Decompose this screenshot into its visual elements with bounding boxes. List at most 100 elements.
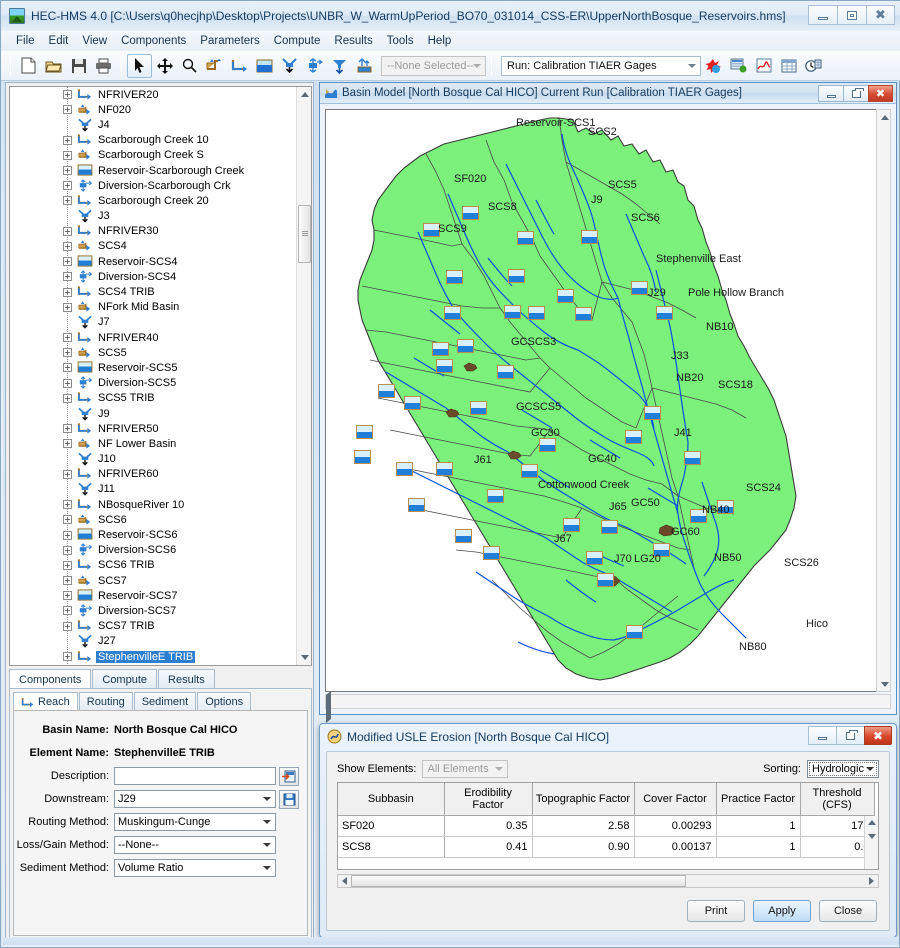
- expand-plus-icon[interactable]: +: [63, 652, 72, 662]
- apply-button[interactable]: Apply: [753, 900, 811, 922]
- usle-restore-button[interactable]: [836, 726, 864, 745]
- tree-item-nbosqueriver-10[interactable]: + NBosqueRiver 10: [10, 497, 297, 512]
- loss-gain-method-combo[interactable]: --None--: [114, 836, 276, 854]
- tree-item-j7[interactable]: +J7: [10, 315, 297, 330]
- tree-item-scs5-trib[interactable]: + SCS5 TRIB: [10, 391, 297, 406]
- tree-item-diversion-scs4[interactable]: + Diversion-SCS4: [10, 269, 297, 284]
- description-input[interactable]: [114, 767, 276, 785]
- tree-item-j27[interactable]: +J27: [10, 634, 297, 649]
- tree-item-nfork-mid-basin[interactable]: + NFork Mid Basin: [10, 300, 297, 315]
- tree-vertical-scrollbar[interactable]: [296, 87, 311, 665]
- tree-item-diversion-scs7[interactable]: + Diversion-SCS7: [10, 603, 297, 618]
- tree-item-stephenvillee-trib[interactable]: + StephenvilleE TRIB: [10, 649, 297, 664]
- menu-compute[interactable]: Compute: [267, 33, 328, 49]
- run-selector-combo[interactable]: Run: Calibration TIAER Gages: [501, 55, 701, 76]
- tab-compute[interactable]: Compute: [92, 669, 158, 689]
- diversion-button[interactable]: [302, 54, 327, 78]
- tree-item-diversion-scs6[interactable]: + Diversion-SCS6: [10, 543, 297, 558]
- downstream-combo[interactable]: J29: [114, 790, 276, 808]
- new-file-button[interactable]: [16, 54, 41, 78]
- expand-plus-icon[interactable]: +: [63, 515, 72, 525]
- tree-item-nfriver40[interactable]: + NFRIVER40: [10, 330, 297, 345]
- tree-item-j9[interactable]: +J9: [10, 406, 297, 421]
- tab-options[interactable]: Options: [197, 692, 252, 711]
- table-row[interactable]: SF020 0.35 2.58 0.00293 1 176: [338, 815, 875, 837]
- usle-table-vertical-scrollbar[interactable]: [864, 816, 878, 869]
- usle-minimize-button[interactable]: [808, 726, 836, 745]
- menu-help[interactable]: Help: [421, 33, 459, 49]
- expand-plus-icon[interactable]: +: [63, 530, 72, 540]
- tree-item-scarborough-creek-20[interactable]: + Scarborough Creek 20: [10, 193, 297, 208]
- expand-plus-icon[interactable]: +: [63, 363, 72, 373]
- expand-plus-icon[interactable]: +: [63, 287, 72, 297]
- menu-parameters[interactable]: Parameters: [193, 33, 266, 49]
- tree-item-scs6-trib[interactable]: + SCS6 TRIB: [10, 558, 297, 573]
- usle-table-horizontal-scrollbar[interactable]: [337, 874, 879, 888]
- expand-plus-icon[interactable]: +: [63, 181, 72, 191]
- tree-item-scs4[interactable]: + SCS4: [10, 239, 297, 254]
- expand-plus-icon[interactable]: +: [63, 576, 72, 586]
- expand-plus-icon[interactable]: +: [63, 348, 72, 358]
- expand-plus-icon[interactable]: +: [63, 393, 72, 403]
- col-erodibility-factor[interactable]: Erodibility Factor: [444, 783, 533, 816]
- open-file-button[interactable]: [41, 54, 66, 78]
- global-summary-button[interactable]: [726, 54, 751, 78]
- sorting-combo[interactable]: Hydrologic: [807, 760, 879, 778]
- scrollbar-thumb[interactable]: [351, 875, 686, 887]
- tree-item-reservoir-scs7[interactable]: + Reservoir-SCS7: [10, 588, 297, 603]
- close-button[interactable]: ✖: [866, 5, 895, 25]
- menu-components[interactable]: Components: [114, 33, 193, 49]
- tree-item-nfriver50[interactable]: + NFRIVER50: [10, 421, 297, 436]
- tab-sediment[interactable]: Sediment: [133, 692, 197, 711]
- cell-practice[interactable]: 1: [716, 836, 801, 858]
- basin-minimize-button[interactable]: [818, 85, 843, 102]
- expand-plus-icon[interactable]: +: [63, 606, 72, 616]
- scroll-down-arrow-icon[interactable]: [297, 650, 311, 665]
- cell-cover[interactable]: 0.00137: [634, 836, 717, 858]
- expand-plus-icon[interactable]: +: [63, 105, 72, 115]
- expand-plus-icon[interactable]: +: [63, 90, 72, 100]
- time-series-table-button[interactable]: [801, 54, 826, 78]
- maximize-button[interactable]: [837, 5, 866, 25]
- basin-horizontal-scrollbar[interactable]: [325, 691, 891, 723]
- edit-description-icon[interactable]: [279, 766, 299, 786]
- tree-item-nfriver30[interactable]: + NFRIVER30: [10, 224, 297, 239]
- expand-plus-icon[interactable]: +: [63, 226, 72, 236]
- save-downstream-icon[interactable]: [279, 789, 299, 809]
- reservoir-button[interactable]: [252, 54, 277, 78]
- menu-view[interactable]: View: [75, 33, 114, 49]
- cell-topographic[interactable]: 2.58: [532, 815, 635, 837]
- expand-plus-icon[interactable]: +: [63, 166, 72, 176]
- scroll-down-arrow-icon[interactable]: [877, 677, 892, 691]
- usle-table-container[interactable]: Subbasin Erodibility Factor Topographic …: [337, 782, 879, 870]
- tree-item-scarborough-creek-10[interactable]: + Scarborough Creek 10: [10, 133, 297, 148]
- tree-item-reservoir-scarborough-creek[interactable]: + Reservoir-Scarborough Creek: [10, 163, 297, 178]
- expand-plus-icon[interactable]: +: [63, 257, 72, 267]
- scroll-up-arrow-icon[interactable]: [865, 816, 879, 829]
- basin-vertical-scrollbar[interactable]: [876, 109, 891, 692]
- usle-close-button[interactable]: ✖: [864, 726, 892, 745]
- subbasin-button[interactable]: [202, 54, 227, 78]
- cell-topographic[interactable]: 0.90: [532, 836, 635, 858]
- basin-restore-button[interactable]: [843, 85, 868, 102]
- tree-item-nfriver60[interactable]: + NFRIVER60: [10, 467, 297, 482]
- scrollbar-thumb[interactable]: [298, 205, 311, 263]
- menu-results[interactable]: Results: [327, 33, 379, 49]
- show-elements-combo[interactable]: All Elements: [422, 760, 509, 778]
- basin-close-button[interactable]: ✖: [868, 85, 893, 102]
- cell-erodibility[interactable]: 0.35: [444, 815, 533, 837]
- tree-item-j4[interactable]: +J4: [10, 117, 297, 132]
- scroll-up-arrow-icon[interactable]: [297, 87, 311, 102]
- tree-item-scs6[interactable]: + SCS6: [10, 512, 297, 527]
- col-subbasin[interactable]: Subbasin: [338, 783, 445, 816]
- menu-file[interactable]: File: [9, 33, 42, 49]
- menu-tools[interactable]: Tools: [380, 33, 421, 49]
- expand-plus-icon[interactable]: +: [63, 241, 72, 251]
- col-practice-factor[interactable]: Practice Factor: [716, 783, 801, 816]
- cell-subbasin[interactable]: SF020: [338, 815, 445, 837]
- expand-plus-icon[interactable]: +: [63, 150, 72, 160]
- tree-item-j3[interactable]: +J3: [10, 209, 297, 224]
- tree-item-nf020[interactable]: + NF020: [10, 102, 297, 117]
- expand-plus-icon[interactable]: +: [63, 424, 72, 434]
- tree-item-scarborough-creek-s[interactable]: + Scarborough Creek S: [10, 148, 297, 163]
